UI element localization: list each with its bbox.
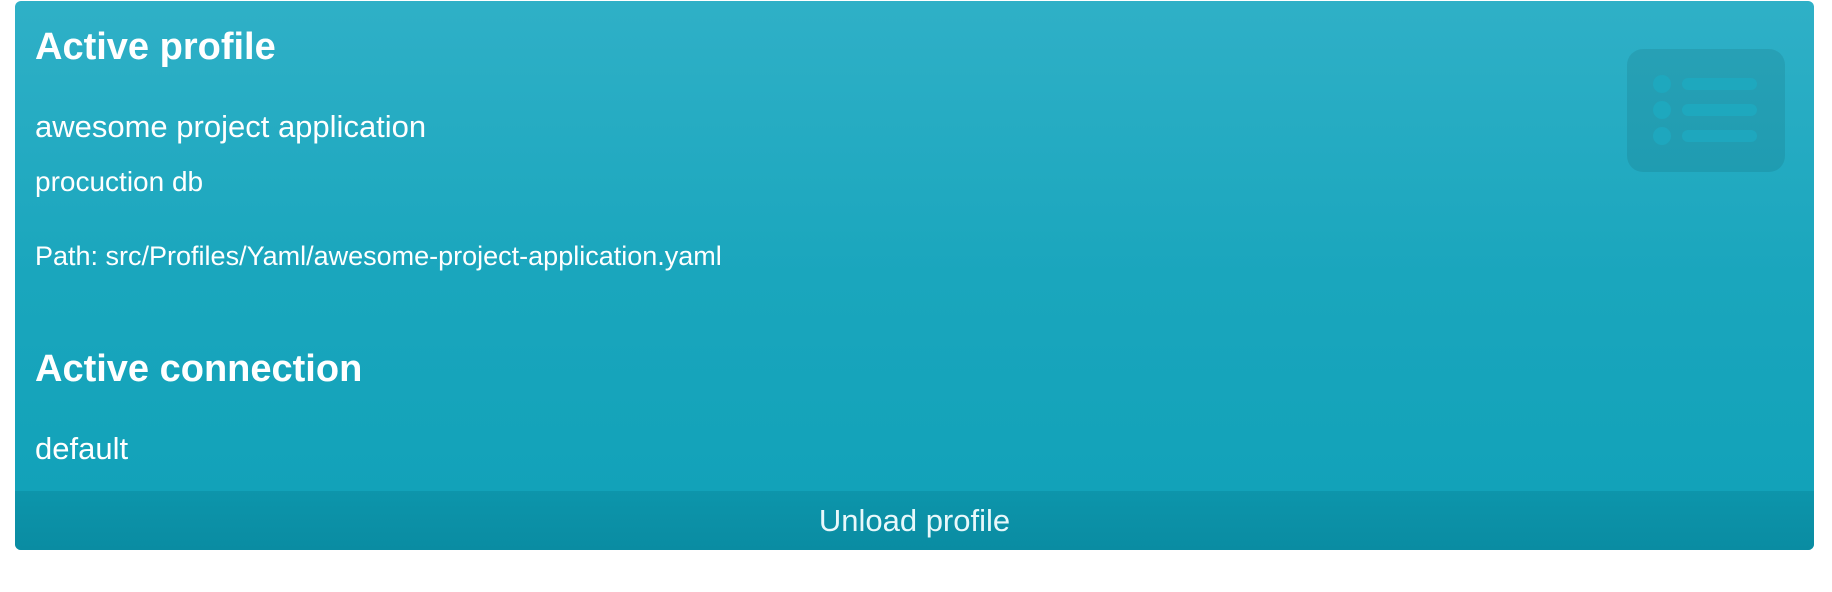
unload-profile-button[interactable]: Unload profile (15, 491, 1814, 550)
profile-path: Path: src/Profiles/Yaml/awesome-project-… (35, 241, 722, 271)
connection-name: default (35, 431, 129, 466)
profile-description: procuction db (35, 166, 204, 197)
card-body: Active profile awesome project applicati… (15, 1, 1814, 491)
active-connection-heading: Active connection (35, 348, 363, 390)
active-profile-heading: Active profile (35, 26, 276, 68)
active-profile-card: Active profile awesome project applicati… (15, 1, 1814, 550)
profile-name: awesome project application (35, 109, 427, 144)
list-icon (1627, 49, 1785, 172)
unload-profile-label: Unload profile (818, 503, 1011, 538)
